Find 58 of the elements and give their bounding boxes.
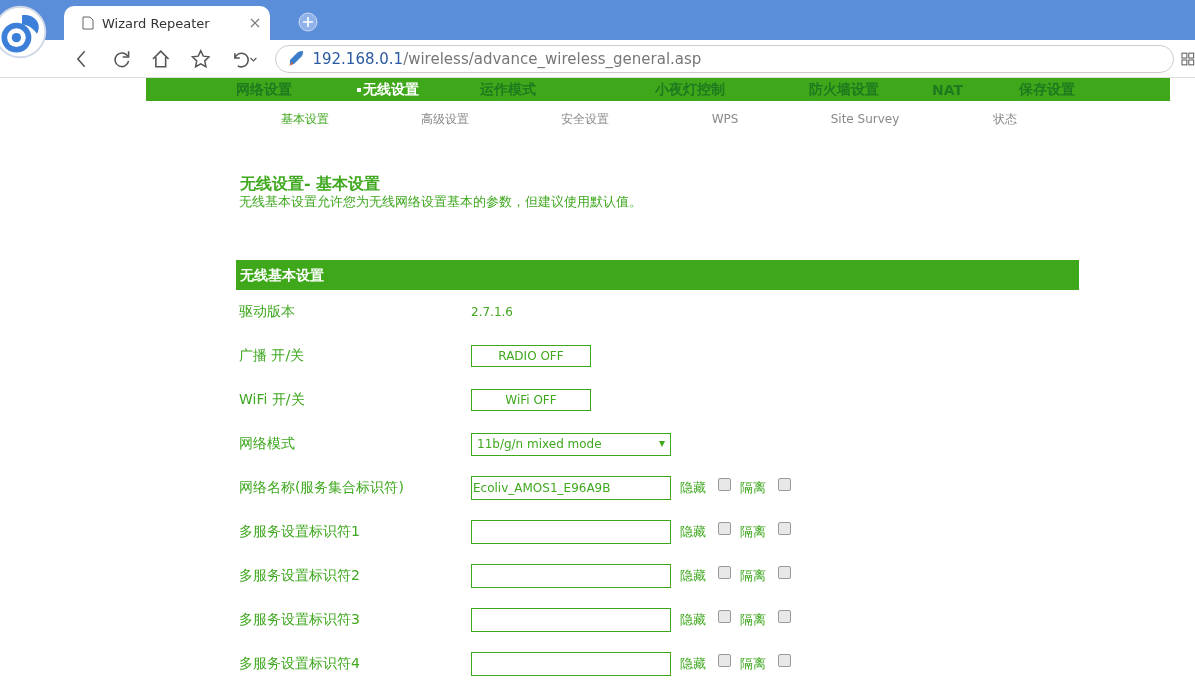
url-text: 192.168.0.1/wireless/advance_wireless_general.asp — [312, 49, 702, 68]
sub-nav-item[interactable]: 高级设置 — [375, 110, 515, 128]
checkbox[interactable] — [778, 521, 791, 535]
checkbox-label: 隐藏 — [680, 479, 706, 497]
sub-nav-item[interactable]: 基本设置 — [235, 110, 375, 128]
field-value: 2.7.1.6 — [471, 305, 513, 319]
mode-dropdown[interactable]: 11b/g/n mixed mode — [471, 432, 671, 456]
reload-icon[interactable] — [111, 48, 132, 69]
checkbox[interactable] — [718, 521, 731, 535]
grid-icon[interactable] — [1181, 51, 1195, 66]
checkbox-label: 隐藏 — [680, 567, 706, 585]
field-label: 多服务设置标识符4 — [238, 655, 361, 673]
field-label: 多服务设置标识符1 — [238, 523, 361, 541]
checkbox-label: 隐藏 — [680, 611, 706, 629]
field-label: 网络名称(服务集合标识符) — [238, 479, 405, 497]
sub-nav-item[interactable]: 安全设置 — [515, 110, 655, 128]
checkbox-label: 隔离 — [740, 523, 766, 541]
checkbox[interactable] — [718, 653, 731, 667]
toggle-button[interactable]: RADIO OFF — [471, 345, 591, 367]
field-label: 多服务设置标识符2 — [238, 567, 361, 585]
ssid-input[interactable] — [471, 564, 671, 588]
toggle-button[interactable]: WiFi OFF — [471, 389, 591, 411]
checkbox-label: 隐藏 — [680, 523, 706, 541]
field-label: 网络模式 — [238, 435, 296, 453]
sub-nav-item[interactable]: WPS — [655, 112, 795, 126]
sub-nav-item[interactable]: 状态 — [935, 110, 1075, 128]
field-label: 广播 开/关 — [238, 347, 306, 365]
checkbox[interactable] — [778, 477, 791, 491]
nav-item[interactable]: 无线设置 — [357, 80, 480, 99]
sub-nav-item[interactable]: Site Survey — [795, 112, 935, 126]
browser-tab[interactable]: Wizard Repeater — [64, 6, 270, 40]
page-description: 无线基本设置允许您为无线网络设置基本的参数，但建议使用默认值。 — [239, 194, 643, 210]
new-tab-icon[interactable] — [298, 12, 318, 32]
page-icon — [82, 16, 94, 30]
checkbox[interactable] — [778, 565, 791, 579]
checkbox-label: 隔离 — [740, 611, 766, 629]
ssid-input[interactable]: Ecoliv_AMOS1_E96A9B — [471, 476, 671, 500]
checkbox[interactable] — [718, 477, 731, 491]
tab-title: Wizard Repeater — [102, 15, 211, 31]
section-header: 无线基本设置 — [236, 260, 1079, 290]
checkbox[interactable] — [778, 609, 791, 623]
close-icon[interactable] — [250, 18, 260, 28]
ssid-input[interactable] — [471, 608, 671, 632]
checkbox-label: 隔离 — [740, 567, 766, 585]
checkbox-label: 隔离 — [740, 479, 766, 497]
field-label: WiFi 开/关 — [238, 391, 306, 409]
star-icon[interactable] — [190, 48, 211, 69]
checkbox[interactable] — [778, 653, 791, 667]
checkbox-label: 隔离 — [740, 655, 766, 673]
ssid-input[interactable] — [471, 652, 671, 676]
checkbox[interactable] — [718, 565, 731, 579]
home-icon[interactable] — [151, 48, 171, 69]
field-label: 驱动版本 — [238, 303, 296, 321]
ssid-input[interactable] — [471, 520, 671, 544]
page-title: 无线设置- 基本设置 — [240, 174, 382, 194]
field-label: 多服务设置标识符3 — [238, 611, 361, 629]
checkbox-label: 隐藏 — [680, 655, 706, 673]
checkbox[interactable] — [718, 609, 731, 623]
